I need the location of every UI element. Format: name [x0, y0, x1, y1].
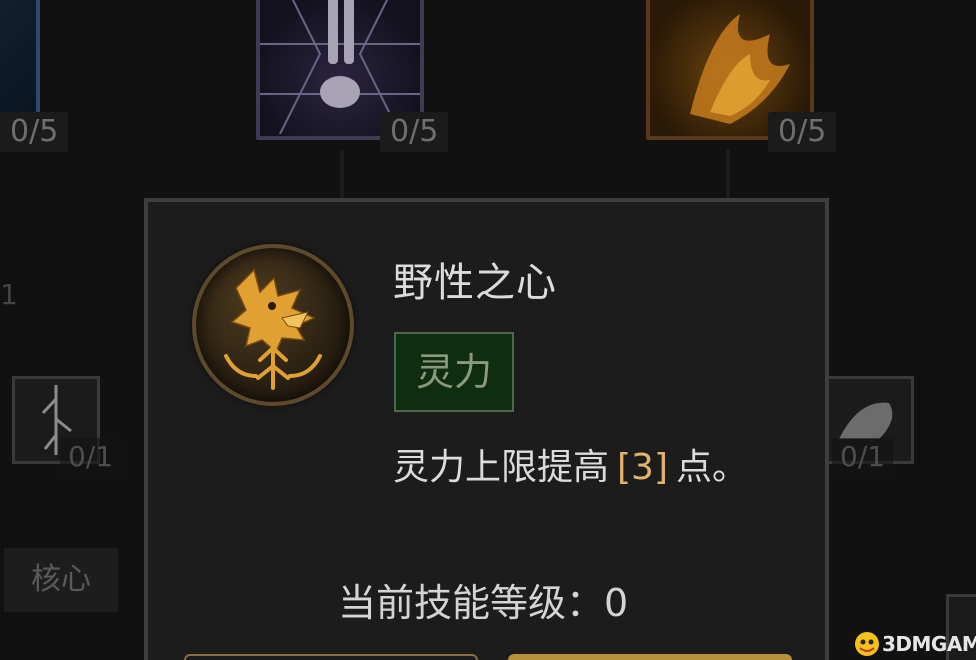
tree-connector	[340, 150, 344, 200]
skill-counter-claw: 0/5	[380, 112, 449, 152]
skill-tooltip: 野性之心 灵力 灵力上限提高 [3] 点。 当前技能等级：0	[144, 198, 829, 660]
skill-counter-edge: 1	[0, 278, 18, 311]
skill-description: 灵力上限提高 [3] 点。	[393, 438, 748, 490]
3dm-logo-icon	[855, 632, 879, 656]
description-suffix: 点。	[676, 447, 749, 488]
current-skill-level: 当前技能等级：0	[338, 581, 629, 625]
watermark: 3DMGAME	[852, 628, 976, 660]
secondary-action-button[interactable]	[184, 654, 478, 660]
resource-tag: 灵力	[394, 332, 514, 412]
tree-connector	[726, 150, 730, 200]
skill-counter-left: 0/5	[0, 112, 69, 152]
skill-node-counter-right: 0/1	[832, 438, 894, 476]
skill-counter-flame: 0/5	[768, 112, 837, 152]
description-value: [3]	[617, 447, 669, 488]
description-prefix: 灵力上限提高	[393, 447, 610, 488]
primary-action-button[interactable]	[508, 654, 792, 660]
werewolf-emblem-icon	[192, 244, 354, 406]
skill-tree-screen: 0/5 0/5 0/5 1 0/1 0/1 核心 野性之心 灵力 灵力上限提高 …	[0, 0, 976, 660]
skill-title: 野性之心	[393, 260, 557, 306]
skill-node-counter-left: 0/1	[60, 438, 122, 476]
watermark-text: 3DMGAME	[882, 632, 976, 656]
core-category-label[interactable]: 核心	[4, 548, 118, 612]
